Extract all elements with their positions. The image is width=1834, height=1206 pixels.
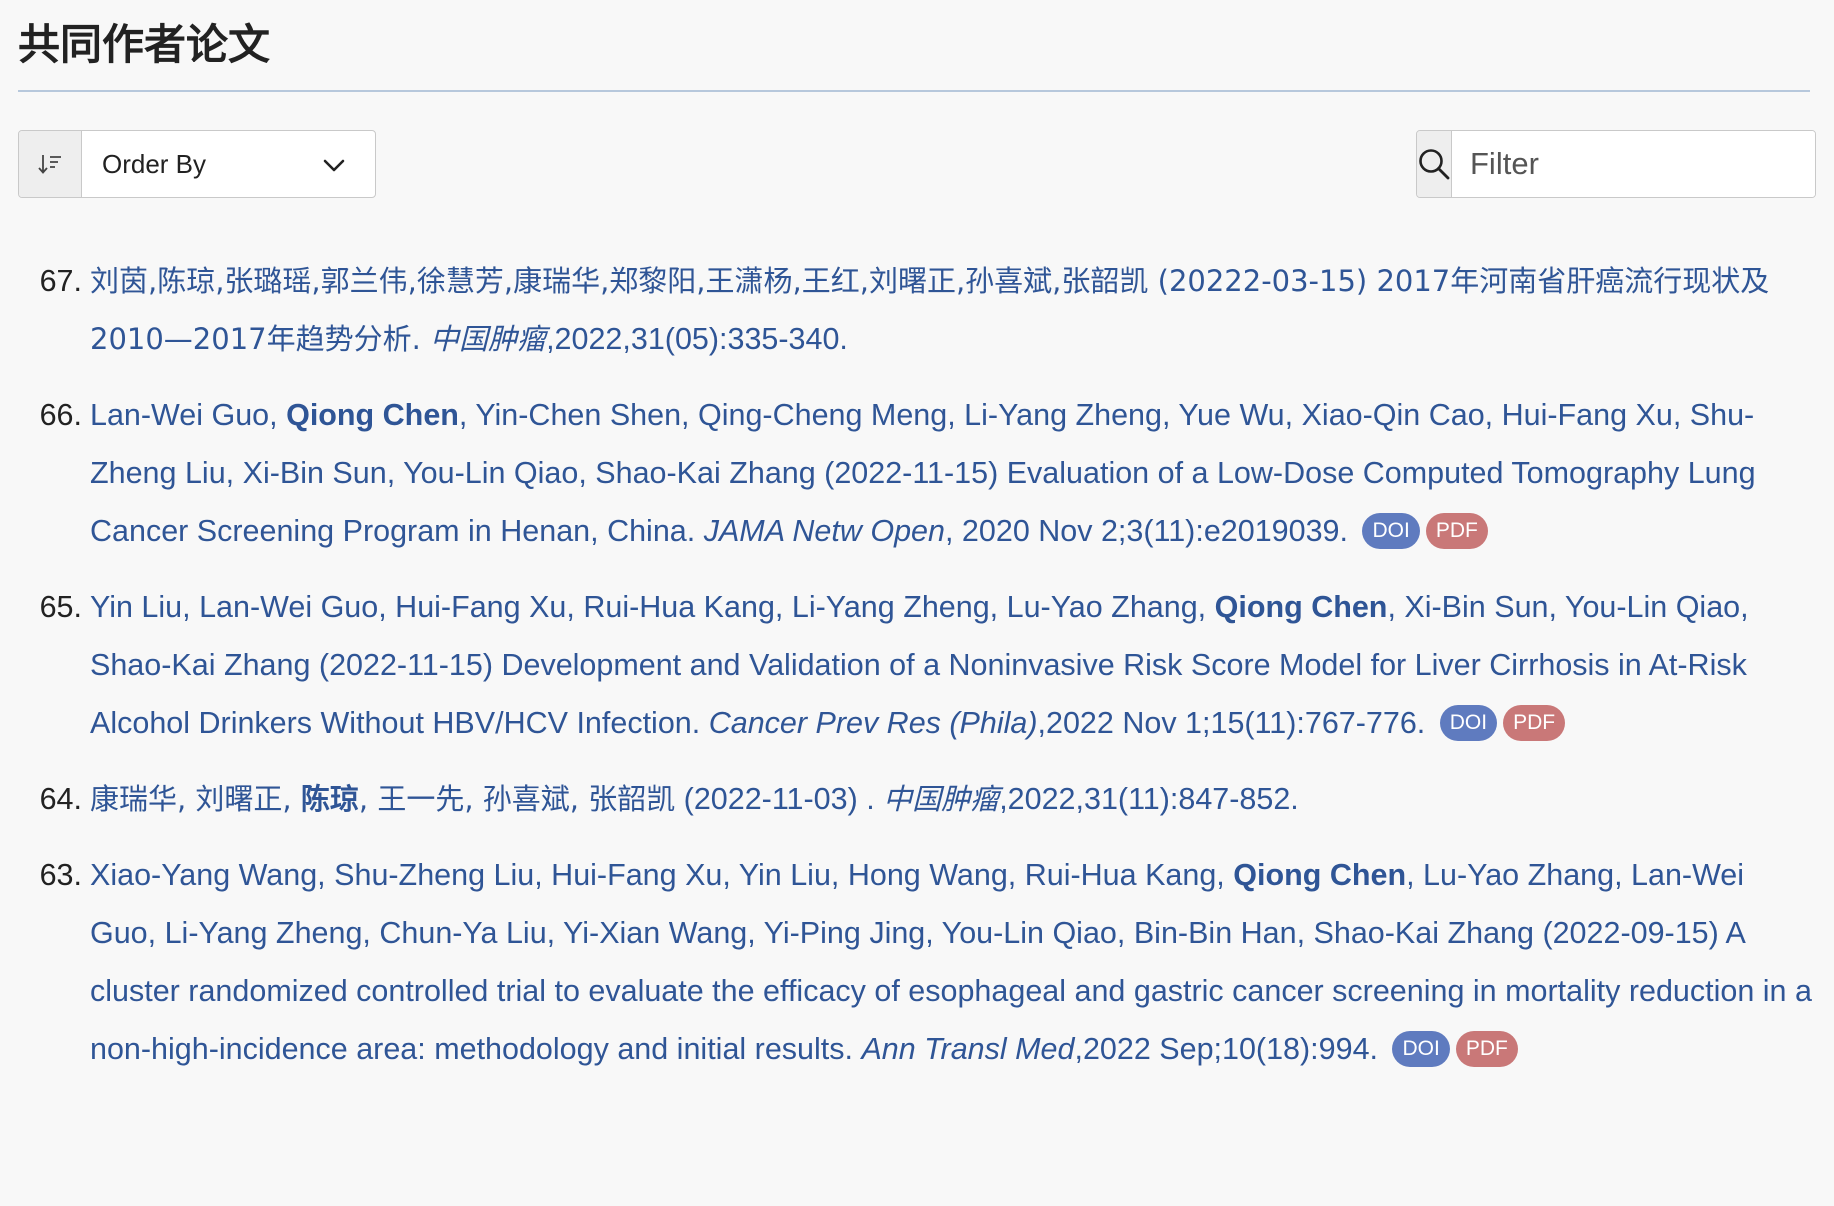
order-by-select[interactable]: Order By [82,131,375,197]
publication-highlight-author: Qiong Chen [1214,590,1388,624]
publication-authors: Yin Liu, Lan-Wei Guo, Hui-Fang Xu, Rui-H… [90,590,1215,624]
chevron-down-icon [323,149,345,180]
publication-number: 67. [39,264,82,298]
publication-list: 67. 刘茵,陈琼,张璐瑶,郭兰伟,徐慧芳,康瑞华,郑黎阳,王潇杨,王红,刘曙正,… [18,252,1818,1078]
publication-number: 64. [39,782,82,816]
publication-highlight-author: Qiong Chen [1233,858,1407,892]
doi-badge[interactable]: DOI [1392,1030,1450,1067]
coauthor-papers-page: 共同作者论文 Order By Filter 67. 刘茵,陈琼,张璐瑶,郭兰伟… [0,0,1834,1206]
publication-citation: ,2022,31(05):335-340. [546,322,848,356]
publication-citation: ,2022 Nov 1;15(11):767-776. [1037,706,1434,740]
publication-journal: 中国肿瘤 [430,322,547,356]
publication-highlight-author: Qiong Chen [286,398,459,432]
publication-journal: 中国肿瘤 [883,782,1000,816]
publication-authors-rest: , 王一先, 孙喜斌, 张韶凯 [358,782,676,816]
pdf-badge[interactable]: PDF [1503,704,1566,741]
order-by-control[interactable]: Order By [18,130,376,198]
publication-journal: Ann Transl Med [861,1032,1075,1066]
filter-control [1416,130,1816,198]
pdf-badge[interactable]: PDF [1455,1030,1518,1067]
publication-highlight-author: 陈琼 [300,782,359,816]
publication-item: 66. Lan-Wei Guo, Qiong Chen, Yin-Chen She… [18,386,1818,560]
publication-item: 65. Yin Liu, Lan-Wei Guo, Hui-Fang Xu, Ru… [18,578,1818,752]
publication-number: 65. [39,590,82,624]
page-title: 共同作者论文 [18,20,271,69]
pdf-badge[interactable]: PDF [1425,512,1488,549]
doi-badge[interactable]: DOI [1439,704,1498,741]
doi-badge[interactable]: DOI [1362,512,1420,549]
publication-citation-link[interactable]: Lan-Wei Guo, Qiong Chen, Yin-Chen Shen, … [90,386,1818,560]
publication-authors: Xiao-Yang Wang, Shu-Zheng Liu, Hui-Fang … [90,858,1234,892]
search-icon[interactable] [1417,131,1452,197]
publication-number: 63. [39,858,82,892]
publication-citation-link[interactable]: Xiao-Yang Wang, Shu-Zheng Liu, Hui-Fang … [90,846,1818,1078]
publication-citation: ,2022 Sep;10(18):994. [1074,1032,1387,1066]
publication-item: 67. 刘茵,陈琼,张璐瑶,郭兰伟,徐慧芳,康瑞华,郑黎阳,王潇杨,王红,刘曙正,… [18,252,1818,368]
publication-citation-link[interactable]: Yin Liu, Lan-Wei Guo, Hui-Fang Xu, Rui-H… [90,578,1818,752]
publication-item: 64. 康瑞华, 刘曙正, 陈琼, 王一先, 孙喜斌, 张韶凯 (2022-11-… [18,770,1818,828]
publication-journal: JAMA Netw Open [703,514,945,548]
filter-input[interactable] [1452,131,1815,197]
publication-item: 63. Xiao-Yang Wang, Shu-Zheng Liu, Hui-Fa… [18,846,1818,1078]
publication-citation: , 2020 Nov 2;3(11):e2019039. [944,514,1357,548]
order-by-label: Order By [102,148,207,179]
publication-journal: Cancer Prev Res (Phila) [708,706,1038,740]
publication-authors: Lan-Wei Guo, [90,398,287,432]
publication-date-title: (2022-11-03) . [675,782,884,816]
publication-citation-link[interactable]: 康瑞华, 刘曙正, 陈琼, 王一先, 孙喜斌, 张韶凯 (2022-11-03)… [90,770,1818,828]
sort-descending-icon[interactable] [19,131,82,197]
publication-citation-link[interactable]: 刘茵,陈琼,张璐瑶,郭兰伟,徐慧芳,康瑞华,郑黎阳,王潇杨,王红,刘曙正,孙喜斌… [90,252,1818,368]
publication-citation: ,2022,31(11):847-852. [999,782,1299,816]
title-divider [18,90,1810,92]
publication-authors: 刘茵,陈琼,张璐瑶,郭兰伟,徐慧芳,康瑞华,郑黎阳,王潇杨,王红,刘曙正,孙喜斌… [90,264,1149,298]
publication-number: 66. [39,398,82,432]
publication-authors: 康瑞华, 刘曙正, [90,782,301,816]
toolbar: Order By [18,130,1816,200]
